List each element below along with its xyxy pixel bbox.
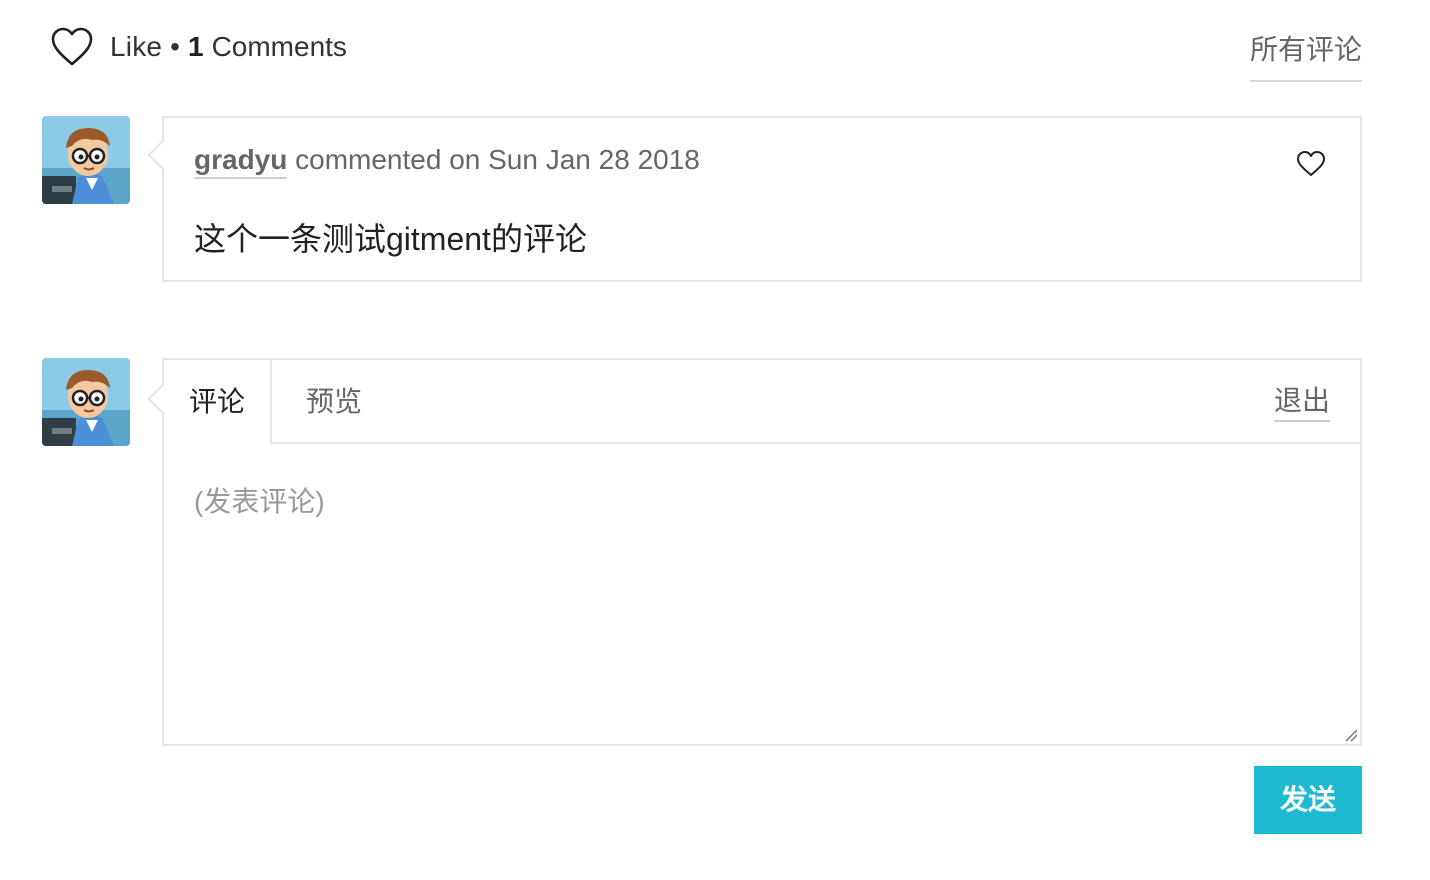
separator-dot: • <box>170 31 180 62</box>
logout-link[interactable]: 退出 <box>1273 384 1330 422</box>
comment-body: 这个一条测试gitment的评论 <box>194 221 587 257</box>
like-label[interactable]: Like <box>110 31 162 63</box>
comment-card: gradyu commented on Sun Jan 28 2018 这个一条… <box>147 116 1362 282</box>
comment-count-label: Comments <box>211 31 347 62</box>
comments-header: Like • 1 Comments 所有评论 <box>50 22 1362 82</box>
heart-icon[interactable] <box>50 26 94 68</box>
comment-date: commented on Sun Jan 28 2018 <box>295 144 700 175</box>
avatar[interactable] <box>42 358 130 446</box>
comment-editor: 评论 预览 退出 <box>147 358 1362 746</box>
comment-author-link[interactable]: gradyu <box>194 144 288 179</box>
tab-preview[interactable]: 预览 <box>306 360 362 444</box>
comment-count: 1 <box>187 31 204 62</box>
gitment-comments-page: Like • 1 Comments 所有评论 gradyu commented … <box>0 0 1430 880</box>
send-button[interactable]: 发送 <box>1254 766 1362 834</box>
comment-pointer <box>147 139 179 171</box>
tab-bar: 预览 退出 <box>272 360 1360 444</box>
heart-icon[interactable] <box>1296 150 1326 178</box>
editor-tabs: 评论 预览 退出 <box>164 360 1360 444</box>
like-button[interactable]: Like • 1 Comments <box>50 26 347 68</box>
comment-input[interactable] <box>164 444 1360 744</box>
tab-write[interactable]: 评论 <box>164 360 272 444</box>
comment-header: gradyu commented on Sun Jan 28 2018 <box>194 144 700 179</box>
all-comments-link[interactable]: 所有评论 <box>1249 28 1362 82</box>
cartoon-avatar-icon <box>42 358 130 446</box>
avatar[interactable] <box>42 116 130 204</box>
cartoon-avatar-icon <box>42 116 130 204</box>
resize-handle-icon[interactable] <box>1344 728 1358 742</box>
